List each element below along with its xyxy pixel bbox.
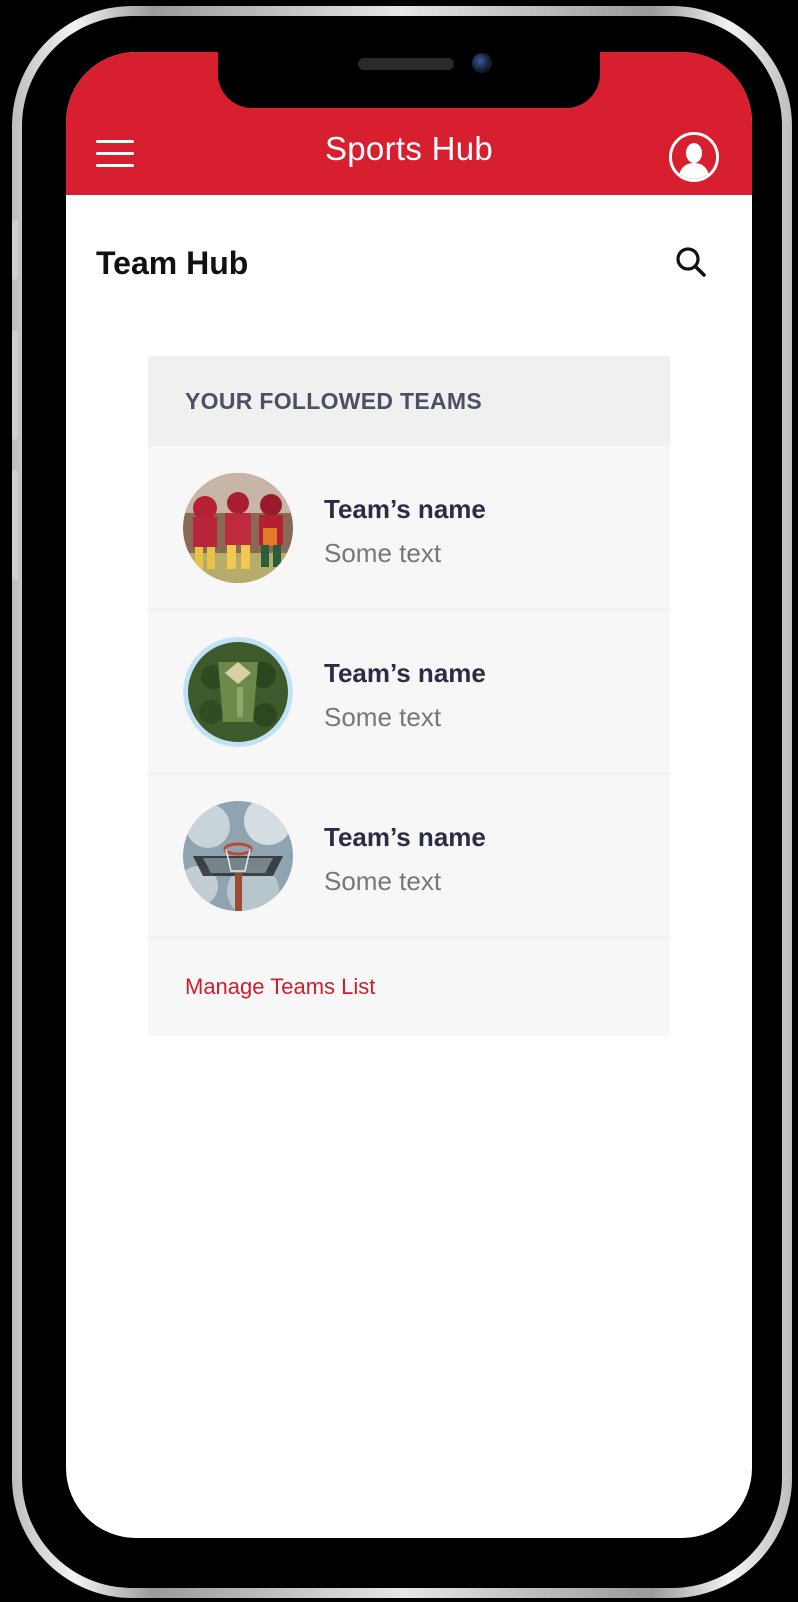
speaker-grille <box>358 58 454 70</box>
team-name: Team’s name <box>324 658 486 688</box>
team-row[interactable]: Team’s name Some text <box>148 774 670 938</box>
card-header: YOUR FOLLOWED TEAMS <box>148 356 670 446</box>
page-title: Team Hub <box>96 245 249 281</box>
volume-up-button <box>12 330 18 440</box>
team-subtitle: Some text <box>324 538 442 568</box>
team-name: Team’s name <box>324 822 486 852</box>
card-footer: Manage Teams List <box>148 938 670 1036</box>
team-subtitle: Some text <box>324 702 442 732</box>
device-notch <box>218 52 600 108</box>
manage-teams-link[interactable]: Manage Teams List <box>185 974 375 1000</box>
app-title: Sports Hub <box>324 130 494 167</box>
followed-teams-card: YOUR FOLLOWED TEAMS Team’s name Some tex… <box>148 356 670 1036</box>
basketball-hoop-photo <box>183 801 293 911</box>
football-players-photo <box>183 473 293 583</box>
user-avatar-icon[interactable] <box>669 132 719 182</box>
team-subtitle: Some text <box>324 866 442 896</box>
search-icon[interactable] <box>674 245 708 279</box>
app-header: Sports Hub <box>66 52 752 195</box>
phone-screen: Sports Hub Team Hub YOUR FOLLOWED TEAMS <box>66 52 752 1538</box>
team-row[interactable]: Team’s name Some text <box>148 610 670 774</box>
mute-switch <box>12 220 18 280</box>
volume-down-button <box>12 470 18 580</box>
baseball-field-aerial-photo <box>183 637 293 747</box>
team-name: Team’s name <box>324 494 486 524</box>
followed-teams-heading: YOUR FOLLOWED TEAMS <box>185 387 483 414</box>
front-camera <box>472 53 492 73</box>
team-row[interactable]: Team’s name Some text <box>148 446 670 610</box>
